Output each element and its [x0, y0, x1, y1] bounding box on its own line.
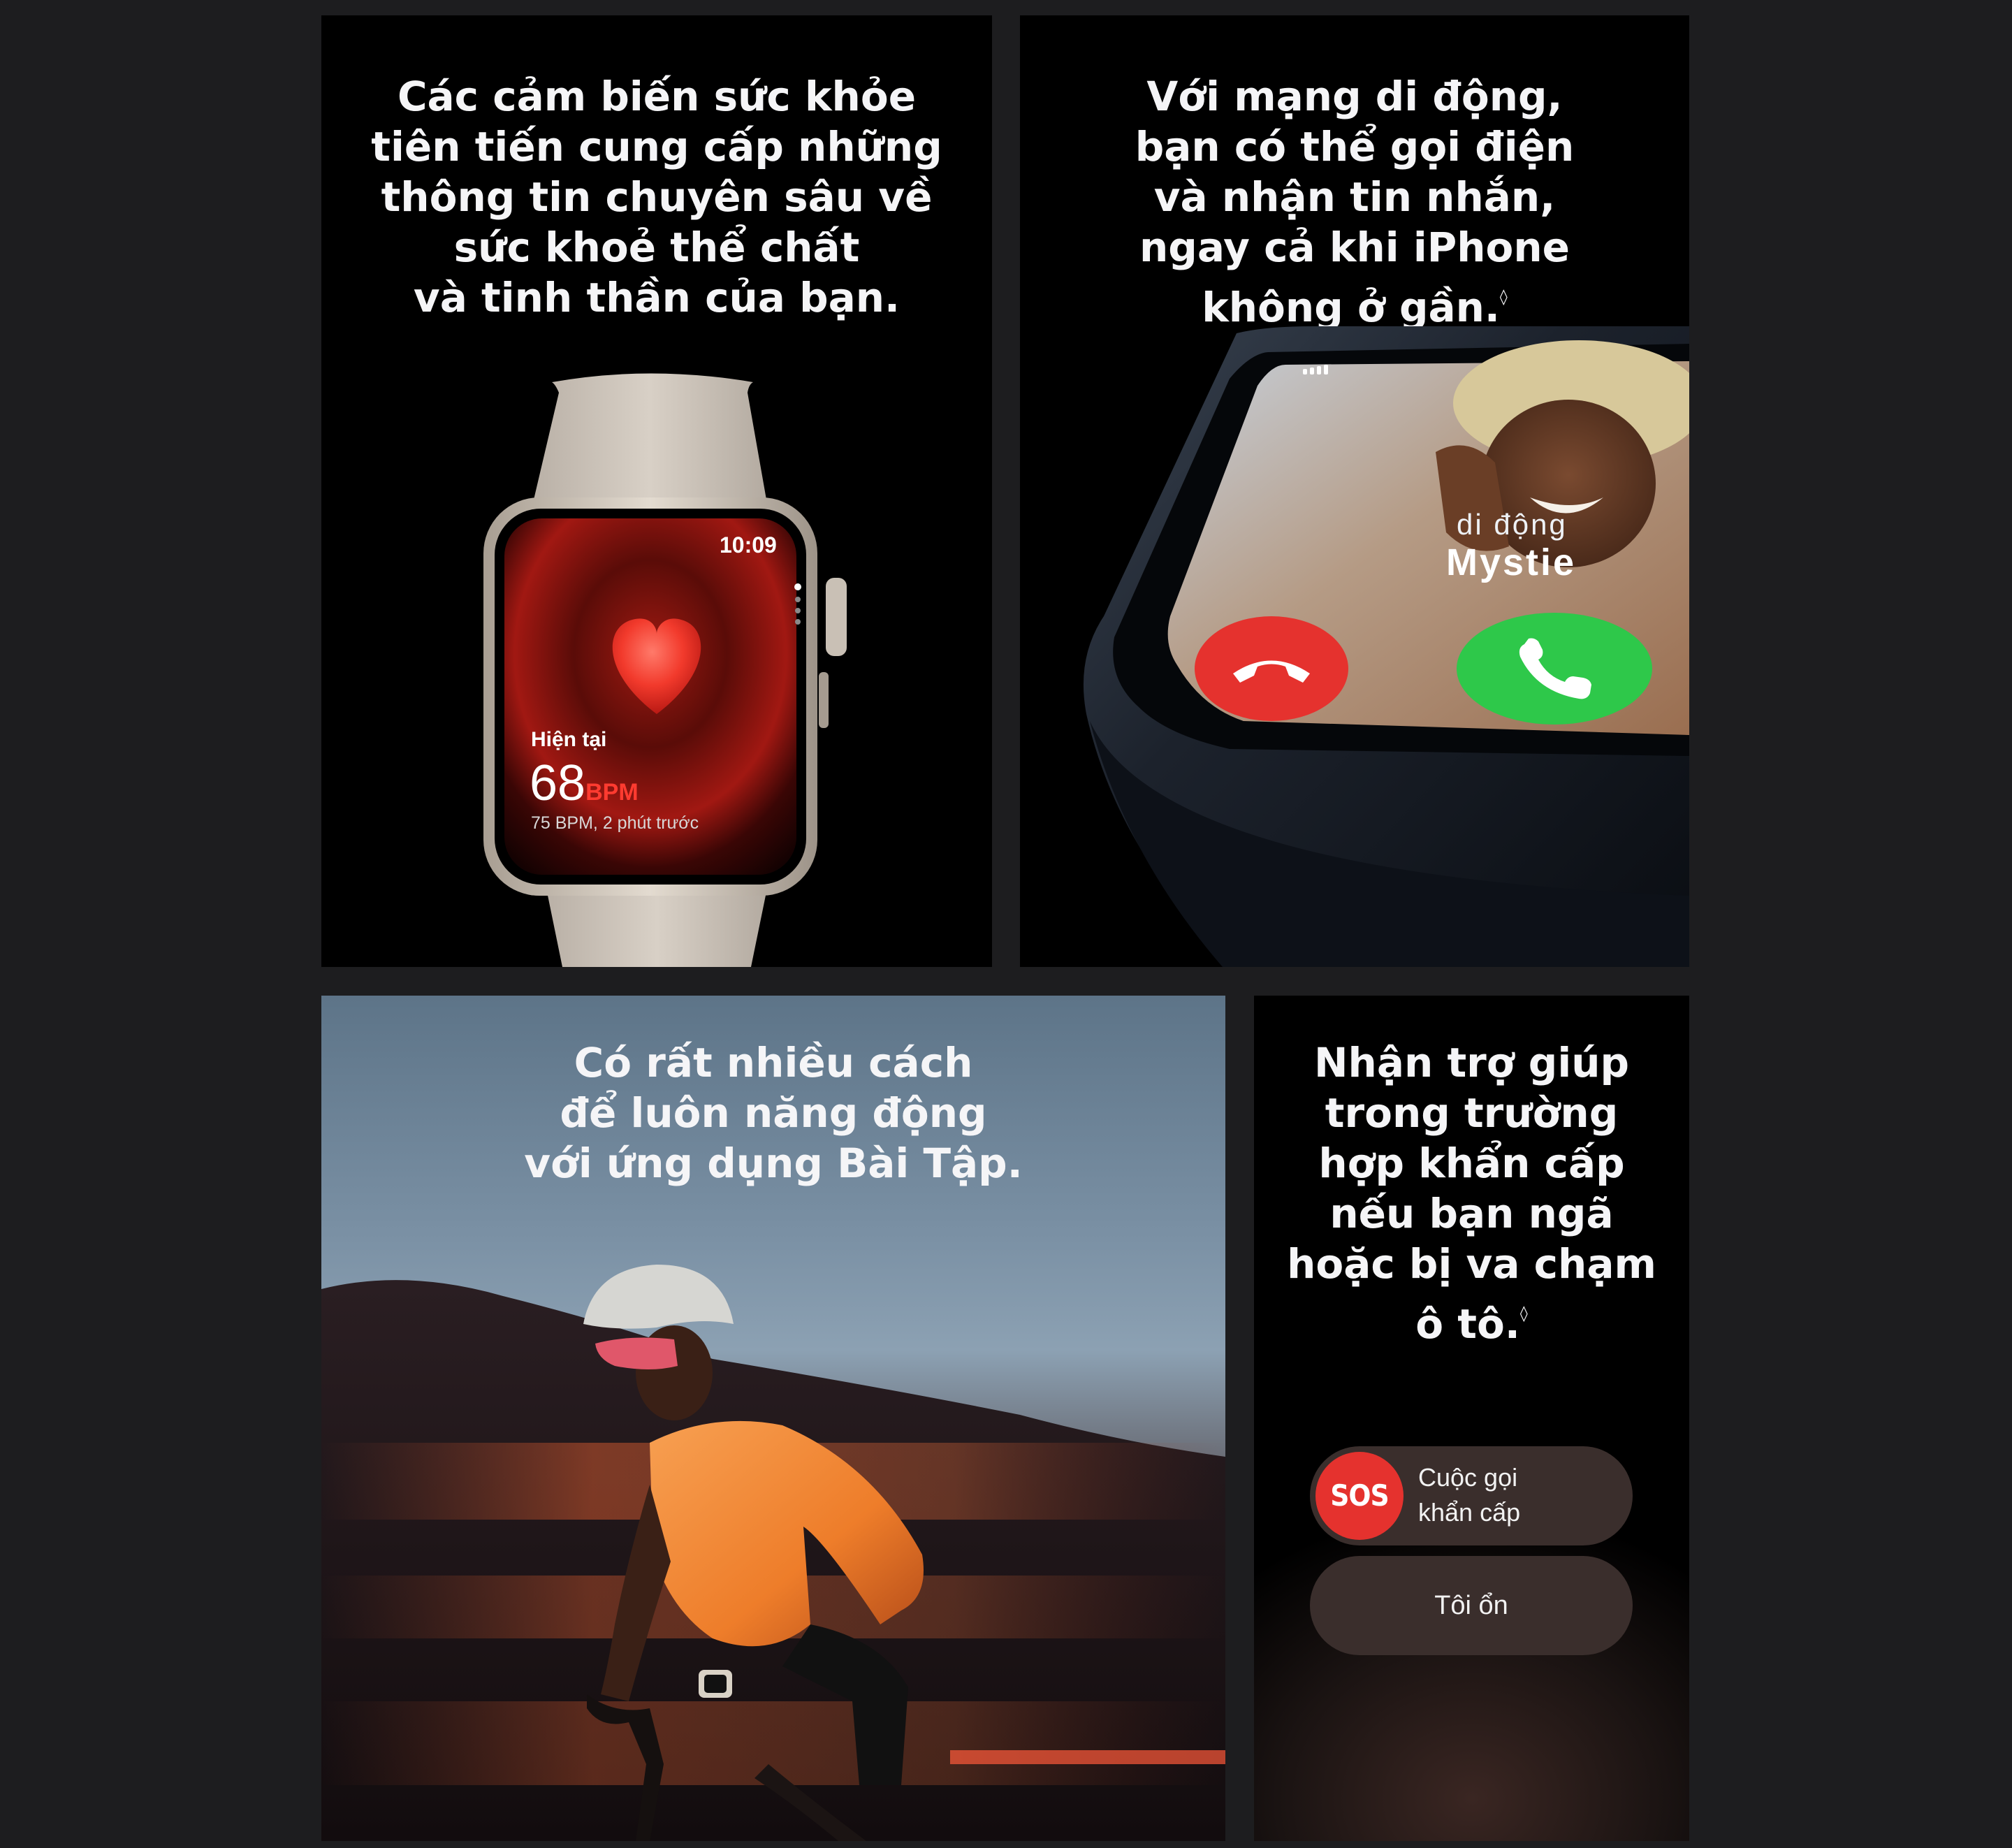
im-ok-button[interactable]: Tôi ổn — [1310, 1556, 1633, 1655]
heart-rate-unit: BPM — [585, 779, 639, 806]
emergency-call-slider[interactable]: SOS Cuộc gọi khẩn cấp — [1310, 1446, 1633, 1545]
health-tile: Các cảm biến sức khỏe tiên tiến cung cấp… — [321, 15, 992, 967]
caller-type: di động — [1457, 508, 1568, 541]
sos-badge[interactable]: SOS — [1315, 1452, 1404, 1540]
sos-tile: Nhận trợ giúp trong trường hợp khẩn cấp … — [1254, 996, 1689, 1841]
heart-rate-reading: 68BPM — [530, 755, 639, 812]
decline-call-button[interactable] — [1195, 616, 1348, 721]
sos-headline: Nhận trợ giúp trong trường hợp khẩn cấp … — [1254, 1038, 1689, 1349]
cellular-tile: Với mạng di động, bạn có thể gọi điện và… — [1020, 15, 1689, 967]
footnote-marker: ◊ — [1519, 1305, 1528, 1323]
accept-call-button[interactable] — [1457, 613, 1652, 725]
emergency-call-label: Cuộc gọi khẩn cấp — [1418, 1463, 1521, 1527]
sos-headline-text: Nhận trợ giúp trong trường hợp khẩn cấp … — [1287, 1039, 1656, 1348]
heart-rate-subtext: 75 BPM, 2 phút trước — [531, 813, 699, 833]
heart-rate-value: 68 — [530, 755, 586, 811]
workout-tile: Có rất nhiều cách để luôn năng động với … — [321, 996, 1225, 1841]
caller-name: Mystie — [1446, 541, 1577, 583]
cellular-watch-illustration — [1083, 326, 1689, 967]
workout-headline: Có rất nhiều cách để luôn năng động với … — [524, 1039, 1023, 1187]
heart-rate-label: Hiện tại — [531, 728, 607, 751]
watch-time: 10:09 — [720, 532, 777, 558]
